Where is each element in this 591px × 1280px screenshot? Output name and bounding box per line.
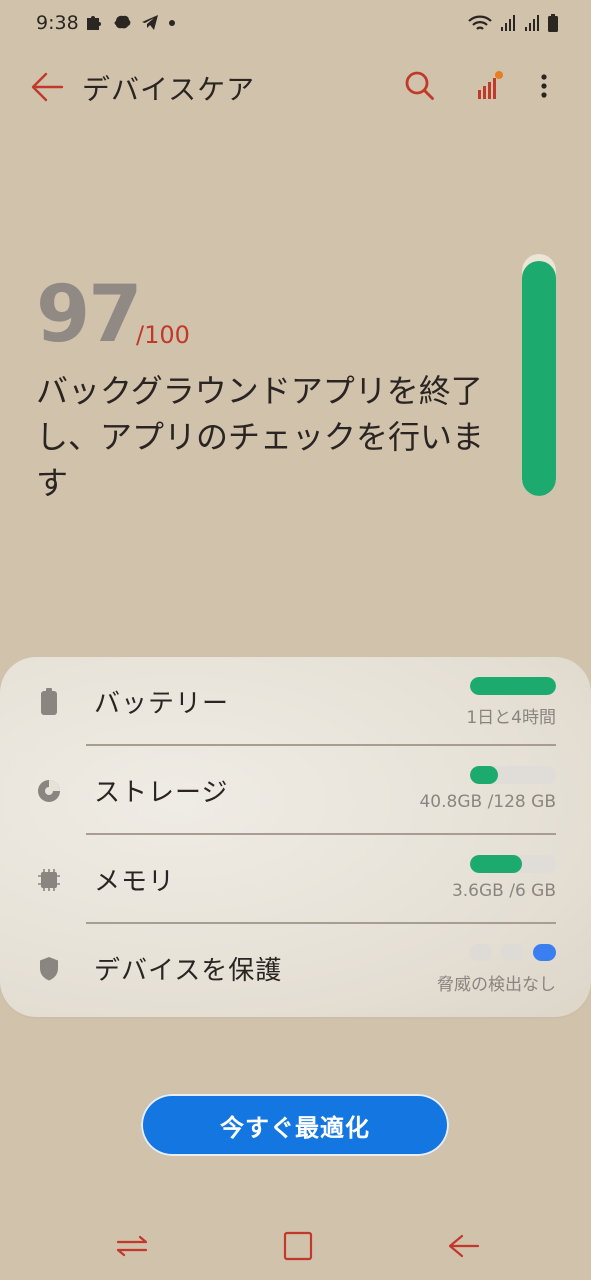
- nav-back-button[interactable]: [444, 1230, 484, 1262]
- battery-remaining: 1日と4時間: [466, 708, 556, 728]
- status-dot: [469, 944, 492, 961]
- battery-label: バッテリー: [94, 689, 230, 719]
- page-title: デバイスケア: [82, 73, 256, 106]
- wifi-icon: [468, 15, 492, 30]
- memory-chip-icon: [38, 869, 60, 891]
- memory-bar-fill: [470, 855, 522, 873]
- device-protection-row[interactable]: デバイスを保護 脅威の検出なし: [0, 924, 591, 1013]
- signal-bars-icon: [478, 71, 503, 99]
- nav-recents-button[interactable]: [112, 1230, 152, 1262]
- storage-bar-fill: [470, 766, 498, 784]
- memory-row[interactable]: メモリ 3.6GB /6 GB: [0, 835, 591, 924]
- optimization-score: 97: [36, 270, 143, 360]
- more-notifications-dot-icon: [169, 20, 175, 26]
- status-message: バックグラウンドアプリを終了し、アプリのチェックを行います: [36, 372, 485, 502]
- shield-icon: [40, 957, 58, 981]
- back-arrow-icon: [31, 72, 64, 102]
- back-arrow-icon: [448, 1234, 480, 1258]
- score-gauge-fill: [522, 261, 556, 496]
- memory-usage: 3.6GB /6 GB: [451, 881, 556, 901]
- notification-icons: [84, 12, 176, 32]
- memory-bar: [470, 855, 556, 873]
- nav-home-button[interactable]: [282, 1230, 314, 1262]
- more-vert-icon: [541, 74, 547, 98]
- battery-status-icon: [548, 14, 558, 32]
- signal-icon: [501, 15, 515, 31]
- battery-row[interactable]: バッテリー 1日と4時間: [0, 657, 591, 746]
- recents-icon: [116, 1235, 148, 1257]
- battery-bar: [470, 677, 556, 695]
- optimize-now-button[interactable]: 今すぐ最適化: [141, 1094, 449, 1156]
- storage-usage: 40.8GB /128 GB: [419, 792, 556, 812]
- protection-status-dots: [469, 944, 556, 961]
- device-protection-label: デバイスを保護: [94, 956, 283, 986]
- device-status-button[interactable]: [472, 70, 508, 104]
- status-time: 9:38: [36, 12, 79, 34]
- status-dot: [501, 944, 524, 961]
- device-status-card: バッテリー 1日と4時間 ストレージ 40.8GB /128 GB メモリ 3.…: [0, 657, 591, 1017]
- status-bar: 9:38: [0, 0, 591, 46]
- search-icon: [405, 71, 434, 100]
- system-status-icons: [467, 13, 559, 33]
- signal-icon-2: [525, 15, 539, 31]
- storage-label: ストレージ: [94, 778, 229, 808]
- home-square-icon: [283, 1231, 313, 1261]
- threat-status: 脅威の検出なし: [437, 975, 556, 995]
- storage-row[interactable]: ストレージ 40.8GB /128 GB: [0, 746, 591, 835]
- battery-bar-fill: [470, 677, 556, 695]
- telegram-icon: [142, 15, 158, 30]
- back-button[interactable]: [28, 68, 66, 106]
- storage-pie-icon: [38, 780, 60, 802]
- more-options-button[interactable]: [532, 70, 556, 104]
- memory-label: メモリ: [94, 867, 176, 897]
- battery-icon: [41, 688, 57, 715]
- status-dot-active: [533, 944, 556, 961]
- score-max: /100: [136, 321, 190, 349]
- score-gauge: [522, 254, 556, 496]
- brain-icon: [114, 15, 131, 29]
- puzzle-icon: [87, 16, 101, 30]
- search-button[interactable]: [402, 68, 438, 104]
- storage-bar: [470, 766, 556, 784]
